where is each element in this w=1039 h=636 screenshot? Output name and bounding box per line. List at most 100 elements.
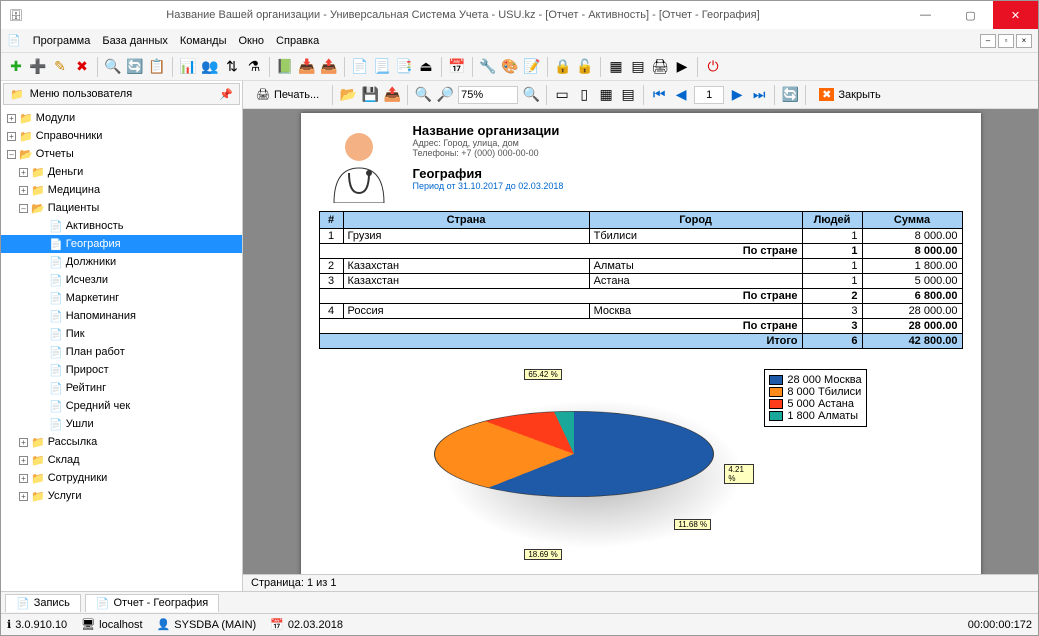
tab-report-geo[interactable]: 📄Отчет - География xyxy=(85,594,219,612)
node-peak[interactable]: 📄Пик xyxy=(1,325,242,343)
node-sprav[interactable]: +📁Справочники xyxy=(1,127,242,145)
eject-icon[interactable]: ⏏ xyxy=(417,58,435,76)
layout4-icon[interactable]: ▤ xyxy=(619,86,637,104)
tool1-icon[interactable]: 🔧 xyxy=(479,58,497,76)
page-input[interactable] xyxy=(694,86,724,104)
node-services[interactable]: +📁Услуги xyxy=(1,487,242,505)
node-debtors[interactable]: 📄Должники xyxy=(1,253,242,271)
report-table: # Страна Город Людей Сумма 1ГрузияТбилис… xyxy=(319,211,963,349)
node-stock[interactable]: +📁Склад xyxy=(1,451,242,469)
mdi-min[interactable]: – xyxy=(980,34,996,48)
zoom-out-icon[interactable]: 🔍 xyxy=(414,86,432,104)
node-mail[interactable]: +📁Рассылка xyxy=(1,433,242,451)
doc3-icon[interactable]: 📑 xyxy=(395,58,413,76)
node-plan[interactable]: 📄План работ xyxy=(1,343,242,361)
zoom-input[interactable] xyxy=(458,86,518,104)
play-icon[interactable]: ▶ xyxy=(673,58,691,76)
total-row: Итого642 800.00 xyxy=(319,334,962,349)
menu-window[interactable]: Окно xyxy=(238,35,264,47)
prev-page-icon[interactable]: ◀ xyxy=(672,86,690,104)
page-status: Страница: 1 из 1 xyxy=(243,574,1038,591)
edit-icon[interactable]: ✎ xyxy=(51,58,69,76)
menu-icon[interactable]: 📄 xyxy=(7,34,21,47)
next-page-icon[interactable]: ▶ xyxy=(728,86,746,104)
node-growth[interactable]: 📄Прирост xyxy=(1,361,242,379)
node-staff[interactable]: +📁Сотрудники xyxy=(1,469,242,487)
version-icon: ℹ xyxy=(7,618,11,631)
report-toolbar: 🖨Печать... 📂 💾 📤 🔍 🔎 🔍 ▭ ▯ ▦ ▤ ⏮ ◀ ▶ ⏭ 🔄 xyxy=(243,81,1038,109)
maximize-button[interactable]: ▢ xyxy=(948,1,993,29)
menu-database[interactable]: База данных xyxy=(102,35,168,47)
menu-program[interactable]: Программа xyxy=(33,35,91,47)
print-button[interactable]: 🖨Печать... xyxy=(249,85,326,104)
filter-icon[interactable]: 📊 xyxy=(179,58,197,76)
search-icon[interactable]: 🔍 xyxy=(104,58,122,76)
window-title: Название Вашей организации - Универсальн… xyxy=(23,9,903,21)
last-page-icon[interactable]: ⏭ xyxy=(750,86,768,104)
node-patients[interactable]: –📂Пациенты xyxy=(1,199,242,217)
menu-help[interactable]: Справка xyxy=(276,35,319,47)
delete-icon[interactable]: ✖ xyxy=(73,58,91,76)
node-med[interactable]: +📁Медицина xyxy=(1,181,242,199)
cal-icon[interactable]: 📅 xyxy=(448,58,466,76)
layout2-icon[interactable]: ▯ xyxy=(575,86,593,104)
tab-record[interactable]: 📄Запись xyxy=(5,594,81,612)
pin-icon[interactable]: 📌 xyxy=(219,88,233,101)
report-viewport[interactable]: Название организации Адрес: Город, улица… xyxy=(243,109,1038,574)
zoom-in-icon[interactable]: 🔎 xyxy=(436,86,454,104)
refresh2-icon[interactable]: 🔄 xyxy=(781,86,799,104)
node-reports[interactable]: –📂Отчеты xyxy=(1,145,242,163)
node-avgcheck[interactable]: 📄Средний чек xyxy=(1,397,242,415)
add-icon[interactable]: ✚ xyxy=(7,58,25,76)
pie-label-3: 11.68 % xyxy=(674,519,711,530)
node-rating[interactable]: 📄Рейтинг xyxy=(1,379,242,397)
add2-icon[interactable]: ➕ xyxy=(29,58,47,76)
node-gone[interactable]: 📄Исчезли xyxy=(1,271,242,289)
node-remind[interactable]: 📄Напоминания xyxy=(1,307,242,325)
node-money[interactable]: +📁Деньги xyxy=(1,163,242,181)
close-report-button[interactable]: ✖Закрыть xyxy=(812,85,888,104)
node-activity[interactable]: 📄Активность xyxy=(1,217,242,235)
group-icon[interactable]: 👥 xyxy=(201,58,219,76)
th-country: Страна xyxy=(343,212,589,229)
grid-icon[interactable]: ▦ xyxy=(607,58,625,76)
import-icon[interactable]: 📥 xyxy=(298,58,316,76)
node-marketing[interactable]: 📄Маркетинг xyxy=(1,289,242,307)
main-toolbar: ✚ ➕ ✎ ✖ 🔍 🔄 📋 📊 👥 ⇅ ⚗ 📗 📥 📤 📄 📃 📑 ⏏ 📅 🔧 … xyxy=(1,53,1038,81)
minimize-button[interactable]: — xyxy=(903,1,948,29)
layout3-icon[interactable]: ▦ xyxy=(597,86,615,104)
refresh-icon[interactable]: 🔄 xyxy=(126,58,144,76)
filter2-icon[interactable]: ⚗ xyxy=(245,58,263,76)
print-top-icon[interactable]: 🖨 xyxy=(651,58,669,76)
copy-icon[interactable]: 📋 xyxy=(148,58,166,76)
excel-icon[interactable]: 📗 xyxy=(276,58,294,76)
menu-commands[interactable]: Команды xyxy=(180,35,227,47)
node-left[interactable]: 📄Ушли xyxy=(1,415,242,433)
th-people: Людей xyxy=(802,212,862,229)
grid2-icon[interactable]: ▤ xyxy=(629,58,647,76)
version: 3.0.910.10 xyxy=(15,619,67,631)
lock-icon[interactable]: 🔒 xyxy=(554,58,572,76)
node-geography[interactable]: 📄География xyxy=(1,235,242,253)
node-modules[interactable]: +📁Модули xyxy=(1,109,242,127)
power-icon[interactable]: ⏻ xyxy=(704,58,722,76)
tool2-icon[interactable]: 🎨 xyxy=(501,58,519,76)
layout1-icon[interactable]: ▭ xyxy=(553,86,571,104)
sort-icon[interactable]: ⇅ xyxy=(223,58,241,76)
mdi-close[interactable]: × xyxy=(1016,34,1032,48)
pie-label-2: 18.69 % xyxy=(524,549,561,560)
mdi-max[interactable]: ▫ xyxy=(998,34,1014,48)
zoom-fit-icon[interactable]: 🔍 xyxy=(522,86,540,104)
close-button[interactable]: ✕ xyxy=(993,1,1038,29)
host: localhost xyxy=(99,619,142,631)
tool3-icon[interactable]: 📝 xyxy=(523,58,541,76)
doc1-icon[interactable]: 📄 xyxy=(351,58,369,76)
doc2-icon[interactable]: 📃 xyxy=(373,58,391,76)
save-icon[interactable]: 💾 xyxy=(361,86,379,104)
export-icon[interactable]: 📤 xyxy=(320,58,338,76)
first-page-icon[interactable]: ⏮ xyxy=(650,86,668,104)
open-icon[interactable]: 📂 xyxy=(339,86,357,104)
export2-icon[interactable]: 📤 xyxy=(383,86,401,104)
statusbar: ℹ3.0.910.10 🖥localhost 👤SYSDBA (MAIN) 📅0… xyxy=(1,613,1038,635)
lock2-icon[interactable]: 🔓 xyxy=(576,58,594,76)
